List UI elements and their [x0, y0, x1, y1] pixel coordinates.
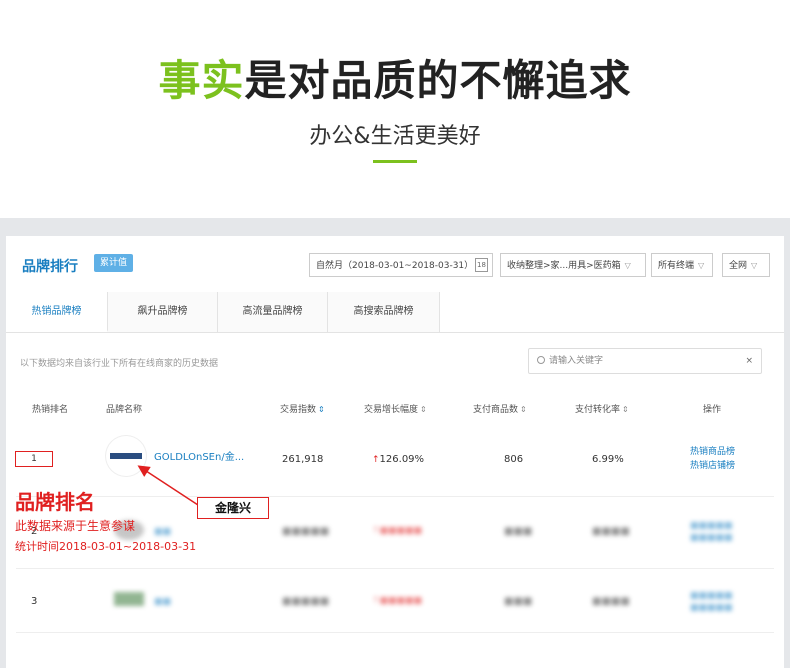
calendar-icon[interactable]: 18	[475, 258, 488, 272]
row-divider	[16, 568, 774, 569]
chevron-down-icon: ▽	[751, 261, 758, 270]
brand-logo	[106, 436, 146, 476]
action-hot-stores[interactable]: 热销店铺榜	[690, 460, 735, 472]
growth-cell: ↑126.09%	[372, 454, 425, 465]
chevron-down-icon: ▽	[624, 261, 631, 270]
scope-select[interactable]: 全网 ▽	[722, 253, 770, 277]
brand-link[interactable]: GOLDLOnSEn/金...	[154, 452, 244, 464]
data-source-note: 以下数据均来自该行业下所有在线商家的历史数据	[20, 359, 219, 369]
conversion-cell: ■■■■	[592, 596, 630, 607]
hero-title-accent: 事实	[158, 56, 245, 105]
sort-icon: ⇕	[622, 405, 629, 414]
search-icon	[537, 356, 545, 364]
date-range-value: 自然月（2018-03-01~2018-03-31）	[316, 261, 474, 271]
hero-title-rest: 是对品质的不懈追求	[244, 56, 632, 105]
panel-title: 品牌排行	[22, 259, 78, 275]
brand-logo-mark	[110, 453, 142, 459]
search-placeholder: 请输入关键字	[549, 356, 604, 366]
action-links[interactable]: ■■■■■ ■■■■■	[690, 520, 733, 544]
tab-high-traffic[interactable]: 高流量品牌榜	[218, 292, 328, 332]
header-actions: 操作	[703, 405, 722, 415]
terminal-value: 所有终端	[658, 261, 695, 271]
trade-index-cell: 261,918	[282, 454, 324, 465]
search-input[interactable]: 请输入关键字 ×	[528, 348, 762, 374]
conversion-cell: ■■■■	[592, 526, 630, 537]
chevron-down-icon: ▽	[698, 261, 705, 270]
items-cell: ■■■	[504, 596, 533, 607]
category-value: 收纳整理>家...用具>医药箱	[507, 261, 621, 271]
action-links[interactable]: ■■■■■ ■■■■■	[690, 590, 733, 614]
hero-section: 事实是对品质的不懈追求 办公&生活更美好	[0, 0, 790, 200]
annotation-source: 此数据来源于生意参谋	[15, 519, 136, 533]
category-select[interactable]: 收纳整理>家...用具>医药箱 ▽	[500, 253, 646, 277]
trade-index-cell: ■■■■■	[282, 526, 330, 537]
tab-hot-sales[interactable]: 热销品牌榜	[6, 292, 108, 332]
header-brand: 品牌名称	[106, 405, 143, 415]
header-trade-index[interactable]: 交易指数 ⇕	[280, 402, 325, 415]
items-cell: 806	[504, 454, 524, 465]
row-divider	[16, 496, 774, 497]
header-items[interactable]: 支付商品数 ⇕	[473, 402, 527, 415]
items-cell: ■■■	[504, 526, 533, 537]
ranking-tabs: 热销品牌榜 飙升品牌榜 高流量品牌榜 高搜索品牌榜	[6, 292, 784, 333]
row-divider	[16, 632, 774, 633]
brand-callout: 金隆兴	[197, 497, 269, 519]
growth-cell: ↑■■■■■	[372, 596, 423, 606]
tab-rising[interactable]: 飙升品牌榜	[108, 292, 218, 332]
terminal-select[interactable]: 所有终端 ▽	[651, 253, 713, 277]
date-range-picker[interactable]: 自然月（2018-03-01~2018-03-31） 18	[309, 253, 493, 277]
brand-link[interactable]: ■■	[154, 596, 171, 608]
hero-divider	[373, 160, 417, 163]
tab-high-search[interactable]: 高搜索品牌榜	[328, 292, 440, 332]
hero-subtitle: 办公&生活更美好	[309, 124, 481, 149]
cumulative-tag: 累计值	[94, 254, 134, 272]
brand-ranking-panel: 品牌排行 累计值 自然月（2018-03-01~2018-03-31） 18 收…	[6, 236, 784, 668]
arrow-up-icon: ↑	[372, 455, 380, 465]
brand-logo	[114, 592, 144, 606]
sort-icon: ⇕	[420, 405, 427, 414]
brand-link[interactable]: ■■	[154, 526, 171, 538]
header-conversion[interactable]: 支付转化率 ⇕	[575, 402, 629, 415]
action-hot-items[interactable]: 热销商品榜	[690, 446, 735, 458]
sort-icon: ⇕	[318, 405, 325, 414]
growth-cell: ↑■■■■■	[372, 526, 423, 536]
header-rank: 热销排名	[32, 405, 69, 415]
annotation-time: 统计时间2018-03-01~2018-03-31	[15, 540, 197, 553]
scope-value: 全网	[729, 261, 748, 271]
hero-title: 事实是对品质的不懈追求	[0, 56, 790, 106]
header-growth[interactable]: 交易增长幅度 ⇕	[364, 402, 427, 415]
sort-icon: ⇕	[520, 405, 527, 414]
annotation-title: 品牌排名	[15, 490, 95, 514]
conversion-cell: 6.99%	[592, 454, 624, 465]
clear-icon[interactable]: ×	[745, 349, 753, 373]
rank-cell: 1	[15, 451, 53, 467]
trade-index-cell: ■■■■■	[282, 596, 330, 607]
rank-cell: 3	[31, 596, 38, 607]
